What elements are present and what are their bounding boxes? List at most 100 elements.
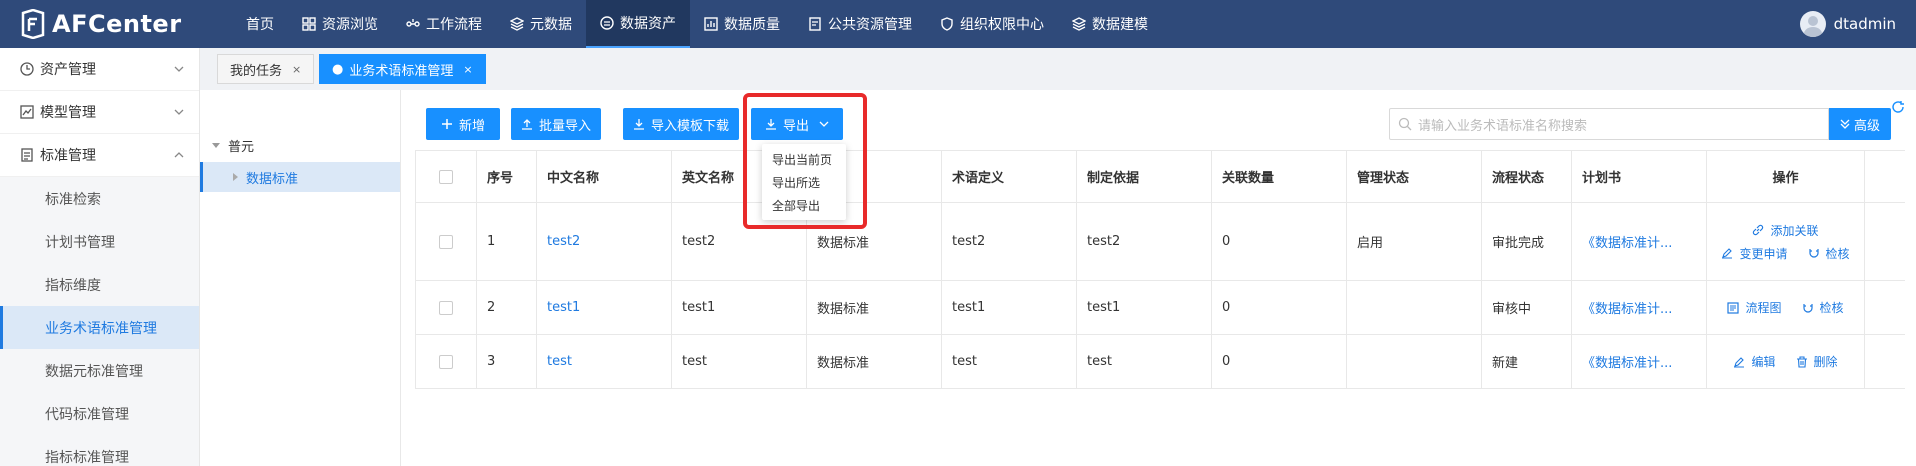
nav-label: 工作流程 — [426, 17, 482, 33]
nav-label: 数据质量 — [724, 17, 780, 33]
nav-data-modeling[interactable]: 数据建模 — [1058, 0, 1162, 48]
basis: test — [1077, 335, 1212, 388]
magnet-icon — [1808, 249, 1819, 258]
term-definition: test1 — [942, 281, 1077, 334]
action-line: 流程图 检核 — [1717, 299, 1853, 316]
edit-icon — [1734, 356, 1745, 368]
category: 数据标准 — [807, 281, 942, 334]
delete-button[interactable]: 删除 — [1796, 353, 1838, 370]
username: dtadmin — [1833, 15, 1896, 33]
shield-icon — [941, 17, 953, 31]
close-icon[interactable]: × — [463, 63, 472, 76]
action-label: 删除 — [1813, 355, 1838, 369]
export-selected-option[interactable]: 导出所选 — [762, 171, 846, 194]
row-checkbox[interactable] — [439, 354, 453, 369]
action-label: 变更申请 — [1739, 246, 1788, 261]
tab-my-tasks[interactable]: 我的任务 × — [217, 54, 315, 84]
flowchart-icon — [1727, 301, 1740, 314]
nav-org-permission[interactable]: 组织权限中心 — [926, 0, 1058, 48]
nav-label: 首页 — [246, 17, 274, 33]
plan-link[interactable]: 《数据标准计... — [1572, 203, 1707, 280]
row-select-cell — [415, 203, 477, 280]
nav-label: 数据资产 — [620, 16, 676, 32]
sidebar-group-asset-management[interactable]: 资产管理 — [0, 48, 199, 91]
table-row: 2 test1 test1 数据标准 test1 test1 0 审核中 《数据… — [415, 281, 1905, 335]
close-icon[interactable]: × — [292, 63, 301, 76]
chinese-name-link[interactable]: test2 — [537, 203, 672, 280]
advanced-search-button[interactable]: 高级 — [1829, 108, 1891, 140]
caret-down-icon[interactable] — [212, 142, 220, 148]
management-status: 启用 — [1347, 203, 1482, 280]
import-template-download-button[interactable]: 导入模板下载 — [623, 108, 739, 140]
avatar — [1799, 11, 1826, 37]
chinese-name-link[interactable]: test1 — [537, 281, 672, 334]
export-dropdown-menu: 导出当前页 导出所选 全部导出 — [762, 144, 846, 220]
sidebar-item-code-standard[interactable]: 代码标准管理 — [0, 392, 199, 435]
sidebar-item-plan-management[interactable]: 计划书管理 — [0, 220, 199, 263]
sidebar-group-standard-management[interactable]: 标准管理 — [0, 134, 199, 177]
tree-node-data-standard[interactable]: 数据标准 — [200, 162, 400, 192]
basis: test2 — [1077, 203, 1212, 280]
edit-button[interactable]: 编辑 — [1733, 353, 1776, 370]
add-button[interactable]: 新增 — [426, 108, 500, 140]
export-current-page-option[interactable]: 导出当前页 — [762, 148, 846, 171]
related-count: 0 — [1212, 281, 1347, 334]
tree-node-label: 普元 — [228, 139, 255, 155]
table-header-row: 序号 中文名称 英文名称 类别 术语定义 制定依据 关联数量 管理状态 流程状态… — [415, 151, 1905, 203]
sidebar-item-indicator-dimension[interactable]: 指标维度 — [0, 263, 199, 306]
row-number: 1 — [477, 203, 537, 280]
nav-workflow[interactable]: 工作流程 — [392, 0, 496, 48]
row-select-cell — [415, 281, 477, 334]
nav-data-quality[interactable]: 数据质量 — [690, 0, 794, 48]
nav-metadata[interactable]: 元数据 — [496, 0, 586, 48]
select-all-checkbox[interactable] — [439, 169, 453, 184]
app-logo[interactable]: AFCenter — [0, 0, 200, 48]
change-request-button[interactable]: 变更申请 — [1721, 245, 1788, 262]
term-definition: test — [942, 335, 1077, 388]
search-input[interactable]: 请输入业务术语标准名称搜索 — [1389, 108, 1829, 140]
plan-link[interactable]: 《数据标准计... — [1572, 335, 1707, 388]
business-term-table: 序号 中文名称 英文名称 类别 术语定义 制定依据 关联数量 管理状态 流程状态… — [415, 150, 1905, 389]
sidebar-item-business-term-standard[interactable]: 业务术语标准管理 — [0, 306, 199, 349]
tree-node-root[interactable]: 普元 — [200, 130, 400, 160]
header-cell: 关联数量 — [1212, 151, 1347, 202]
table-row: 1 test2 test2 数据标准 test2 test2 0 启用 审批完成… — [415, 203, 1905, 281]
download-icon — [633, 119, 644, 130]
plan-link[interactable]: 《数据标准计... — [1572, 281, 1707, 334]
caret-right-icon[interactable] — [233, 173, 238, 181]
layers-icon — [1072, 17, 1086, 31]
sidebar-item-data-element-standard[interactable]: 数据元标准管理 — [0, 349, 199, 392]
batch-import-button[interactable]: 批量导入 — [511, 108, 601, 140]
export-button[interactable]: 导出 — [751, 108, 843, 140]
export-all-option[interactable]: 全部导出 — [762, 194, 846, 217]
layers-icon — [510, 17, 524, 31]
sidebar-group-model-management[interactable]: 模型管理 — [0, 91, 199, 134]
row-checkbox[interactable] — [439, 300, 453, 315]
main-nav: 首页 资源浏览 工作流程 元数据 数据资产 数据质量 公共资源管理 组织权限中心… — [232, 0, 1162, 48]
management-status — [1347, 335, 1482, 388]
add-association-button[interactable]: 添加关联 — [1752, 222, 1819, 239]
tab-business-term-standard[interactable]: ● 业务术语标准管理 × — [319, 54, 486, 84]
nav-resource-browse[interactable]: 资源浏览 — [288, 0, 392, 48]
top-navigation-bar: AFCenter 首页 资源浏览 工作流程 元数据 数据资产 数据质量 公共资源… — [0, 0, 1916, 48]
user-menu[interactable]: dtadmin — [1799, 0, 1896, 48]
table-row: 3 test test 数据标准 test test 0 新建 《数据标准计..… — [415, 335, 1905, 389]
nav-home[interactable]: 首页 — [232, 0, 288, 48]
nav-public-resources[interactable]: 公共资源管理 — [794, 0, 926, 48]
check-button[interactable]: 检核 — [1802, 299, 1844, 316]
check-button[interactable]: 检核 — [1808, 245, 1850, 262]
chinese-name-link[interactable]: test — [537, 335, 672, 388]
sidebar-item-standard-search[interactable]: 标准检索 — [0, 177, 199, 220]
flow-status: 审批完成 — [1482, 203, 1572, 280]
row-checkbox[interactable] — [439, 234, 453, 249]
refresh-icon[interactable] — [1891, 100, 1905, 114]
logo-icon — [21, 9, 45, 39]
chart-icon — [704, 17, 718, 31]
download-icon — [765, 119, 776, 130]
flowchart-button[interactable]: 流程图 — [1727, 299, 1782, 316]
tree-node-label: 数据标准 — [246, 171, 299, 187]
related-count: 0 — [1212, 335, 1347, 388]
nav-data-assets[interactable]: 数据资产 — [586, 0, 690, 48]
nav-label: 元数据 — [530, 17, 572, 33]
sidebar-item-indicator-standard[interactable]: 指标标准管理 — [0, 435, 199, 466]
